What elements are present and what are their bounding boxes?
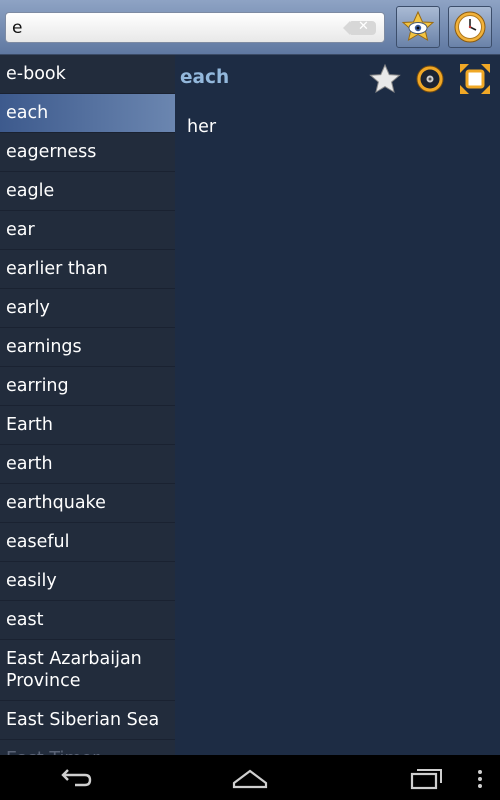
list-item[interactable]: East Timor (0, 740, 175, 755)
list-item[interactable]: east (0, 601, 175, 640)
add-favorite-button[interactable] (368, 62, 402, 96)
home-icon (232, 769, 268, 789)
list-item[interactable]: ear (0, 211, 175, 250)
list-item[interactable]: East Azarbaijan Province (0, 640, 175, 701)
list-item[interactable]: earth (0, 445, 175, 484)
expand-icon (460, 64, 490, 94)
recents-button[interactable] (407, 763, 447, 795)
list-item[interactable]: earthquake (0, 484, 175, 523)
detail-pane: each her (175, 55, 500, 755)
list-item[interactable]: Earth (0, 406, 175, 445)
list-item-selected[interactable]: each (0, 94, 175, 133)
home-button[interactable] (230, 763, 270, 795)
list-item[interactable]: eagerness (0, 133, 175, 172)
history-button[interactable] (448, 6, 492, 48)
speaker-icon (416, 65, 444, 93)
system-nav-bar (0, 755, 500, 800)
clock-icon (454, 11, 486, 43)
list-item[interactable]: early (0, 289, 175, 328)
fullscreen-button[interactable] (458, 62, 492, 96)
overflow-menu-button[interactable] (475, 769, 485, 793)
star-icon (369, 63, 401, 94)
list-item[interactable]: earlier than (0, 250, 175, 289)
list-item[interactable]: eagle (0, 172, 175, 211)
translation-text: her (187, 117, 217, 137)
list-item[interactable]: East Siberian Sea (0, 701, 175, 740)
search-box[interactable]: ✕ (5, 12, 385, 43)
word-list: e-book each eagerness eagle ear earlier … (0, 55, 175, 755)
top-toolbar: ✕ (0, 0, 500, 55)
clear-search-button[interactable]: ✕ (343, 19, 376, 35)
search-input[interactable] (12, 16, 342, 40)
menu-icon (478, 770, 482, 788)
star-eye-icon (401, 10, 435, 42)
headword: each (180, 67, 230, 88)
list-item[interactable]: easeful (0, 523, 175, 562)
back-button[interactable] (55, 763, 95, 795)
favorites-button[interactable] (396, 6, 440, 48)
back-icon (61, 769, 92, 787)
list-item[interactable]: earnings (0, 328, 175, 367)
recents-icon (410, 769, 442, 790)
speak-button[interactable] (413, 62, 447, 96)
clear-icon: ✕ (358, 19, 369, 34)
list-item[interactable]: easily (0, 562, 175, 601)
list-item[interactable]: earring (0, 367, 175, 406)
list-item[interactable]: e-book (0, 55, 175, 94)
